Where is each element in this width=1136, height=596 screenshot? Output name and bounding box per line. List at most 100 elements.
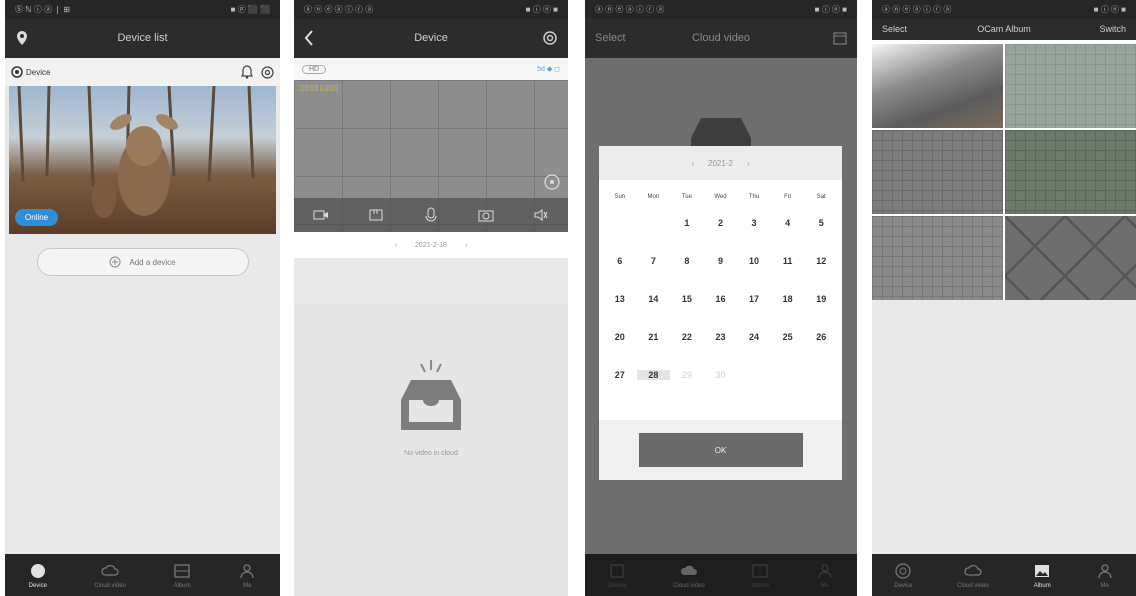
quality-toggle[interactable]: HD (302, 64, 327, 74)
calendar-day-grid: 1 2 3 4 5 6 7 8 9 10 11 12 13 14 15 16 17 18 19 20 21 22 23 24 2… (599, 204, 842, 394)
calendar-day[interactable]: 17 (737, 294, 771, 304)
album-thumbnail[interactable] (872, 216, 1003, 300)
select-button[interactable]: Select (882, 24, 907, 34)
snapshot-icon[interactable] (478, 207, 494, 223)
album-thumbnail[interactable] (872, 130, 1003, 214)
calendar-day[interactable]: 29 (670, 370, 704, 380)
ptz-control-icon[interactable] (544, 174, 560, 190)
location-pin-icon[interactable] (15, 30, 29, 46)
cloud-video-calendar-screen: ⓐ ⓝ ⓔ ⓐ ⓘ ⓡ ⓐ ■ ⓘ ⓝ ■ Select Cloud video… (585, 0, 857, 596)
nav-bar: Device list (5, 18, 280, 58)
nav-bar: Select Cloud video (585, 18, 857, 58)
calendar-day[interactable]: 30 (704, 370, 738, 380)
live-video-view[interactable]: ▯▯▯▯▯▯▯▯ (294, 80, 568, 232)
calendar-day[interactable]: 2 (704, 218, 738, 228)
album-thumbnail[interactable] (1005, 130, 1136, 214)
ok-button[interactable]: OK (638, 433, 803, 467)
calendar-day[interactable]: 4 (771, 218, 805, 228)
weekday-label: Thu (748, 194, 760, 200)
tab-bar: Device Cloud video Album Me (872, 554, 1136, 596)
page-title: Device list (117, 32, 168, 44)
tab-cloud-video[interactable]: Cloud video (673, 562, 705, 589)
calendar-day[interactable]: 5 (804, 218, 838, 228)
tab-album[interactable]: Album (1033, 562, 1051, 589)
prev-month-chevron-icon[interactable]: ‹ (691, 159, 694, 168)
bell-icon[interactable] (241, 65, 253, 79)
calendar-day[interactable]: 8 (670, 256, 704, 266)
switch-button[interactable]: Switch (1099, 24, 1126, 34)
calendar-day[interactable]: 27 (603, 370, 637, 380)
tab-device[interactable]: Device (894, 562, 913, 589)
cloud-icon (964, 564, 982, 576)
calendar-day[interactable]: 14 (637, 294, 671, 304)
tab-cloud-video[interactable]: Cloud video (94, 562, 126, 589)
select-button[interactable]: Select (595, 32, 626, 44)
calendar-day[interactable]: 22 (670, 332, 704, 342)
weekday-label: Sat (816, 194, 826, 200)
album-thumbnail[interactable] (1005, 216, 1136, 300)
calendar-day[interactable]: 26 (804, 332, 838, 342)
calendar-day[interactable]: 11 (771, 256, 805, 266)
tab-me[interactable]: Me (816, 562, 834, 589)
tab-device-label: Device (28, 582, 47, 589)
calendar-header: ‹ 2021-2 › (599, 146, 842, 180)
status-right: ■ ⓘ ⓝ ■ (814, 4, 847, 14)
video-record-icon[interactable] (313, 207, 329, 223)
tab-device[interactable]: Device (29, 562, 47, 589)
date-label[interactable]: 2021-2-18 (415, 242, 447, 249)
live-controls (294, 198, 568, 232)
calendar-day[interactable]: 9 (704, 256, 738, 266)
album-thumbnail[interactable] (872, 44, 1003, 128)
calendar-day[interactable]: 13 (603, 294, 637, 304)
calendar-day[interactable]: 12 (804, 256, 838, 266)
online-badge[interactable]: Online (15, 209, 59, 226)
tab-me-label: Me (1100, 582, 1109, 589)
page-title: Cloud video (691, 32, 751, 44)
tab-device-label: Device (894, 582, 913, 589)
calendar-day[interactable]: 1 (670, 218, 704, 228)
calendar-day[interactable]: 19 (804, 294, 838, 304)
settings-icon[interactable] (261, 65, 274, 79)
add-device-button[interactable]: Add a device (36, 248, 249, 276)
calendar-day[interactable]: 20 (603, 332, 637, 342)
device-tab-icon (895, 562, 912, 579)
tab-album[interactable]: Album (173, 562, 191, 589)
tab-me[interactable]: Me (238, 562, 256, 589)
album-thumbnail[interactable] (1005, 44, 1136, 128)
calendar-day[interactable]: 28 (636, 370, 671, 380)
sd-card-icon[interactable] (368, 207, 384, 223)
status-left: ⓐ ⓝ ⓔ ⓐ ⓘ ⓡ ⓐ (882, 4, 952, 14)
tab-device[interactable]: Device (608, 562, 627, 589)
tab-cloud-video[interactable]: Cloud video (957, 562, 989, 589)
calendar-day[interactable]: 25 (771, 332, 805, 342)
device-list-screen: Ⓢ ℕ ⓘ ⓐ ❘ ⊞ ■ ⓟ ⬛ ⬛ Device list Device O… (5, 0, 280, 596)
calendar-icon[interactable] (833, 31, 847, 45)
background-inbox-icon (691, 118, 751, 148)
camera-preview-image[interactable]: Online (9, 86, 276, 234)
device-tab-icon (610, 564, 624, 577)
calendar-day[interactable]: 7 (637, 256, 671, 266)
next-month-chevron-icon[interactable]: › (747, 159, 750, 168)
add-device-label: Add a device (129, 257, 176, 267)
speaker-icon[interactable] (533, 207, 549, 223)
calendar-day[interactable]: 23 (704, 332, 738, 342)
tab-album[interactable]: Album (751, 562, 769, 589)
album-icon (752, 564, 768, 577)
weekday-row: Sun Mon Tue Wed Thu Fri Sat (599, 180, 842, 204)
next-date-chevron-icon[interactable]: › (465, 242, 467, 249)
calendar-day[interactable]: 21 (637, 332, 671, 342)
prev-date-chevron-icon[interactable]: ‹ (395, 242, 397, 249)
calendar-day[interactable]: 18 (771, 294, 805, 304)
camera-icon (11, 66, 23, 78)
calendar-day[interactable]: 24 (737, 332, 771, 342)
calendar-day[interactable]: 16 (704, 294, 738, 304)
calendar-day[interactable]: 15 (670, 294, 704, 304)
tab-me[interactable]: Me (1096, 562, 1114, 589)
gear-icon[interactable] (542, 30, 558, 46)
back-chevron-icon[interactable] (304, 30, 314, 46)
microphone-icon[interactable] (423, 207, 439, 223)
calendar-day[interactable]: 10 (737, 256, 771, 266)
calendar-day[interactable]: 3 (737, 218, 771, 228)
calendar-day[interactable]: 6 (603, 256, 637, 266)
plus-circle-icon (109, 256, 121, 268)
